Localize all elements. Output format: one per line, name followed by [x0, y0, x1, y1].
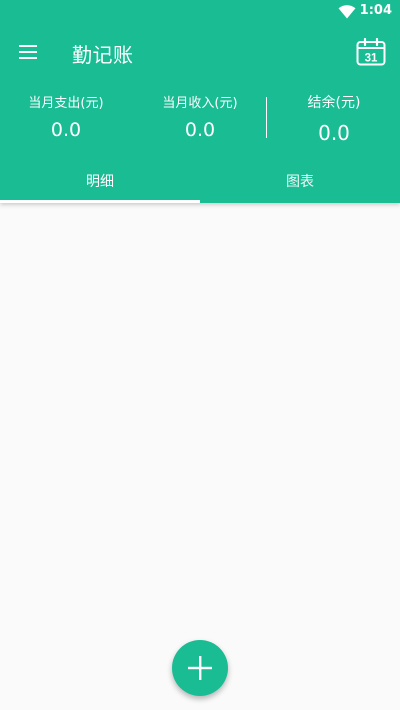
- income-value: 0.0: [184, 119, 216, 141]
- status-bar: 1:04: [0, 0, 400, 24]
- balance-value: 0.0: [318, 121, 350, 145]
- monthly-summary: 当月支出(元) 0.0 当月收入(元) 0.0 结余(元) 0.0: [0, 86, 400, 152]
- header-panel: 1:04 勤记账 31 当月支出(元) 0.0 当月收入(元) 0.0 结余(元…: [0, 0, 400, 203]
- tab-bar: 明细 图表: [0, 158, 400, 203]
- add-record-button[interactable]: [172, 640, 228, 696]
- balance-summary: 结余(元) 0.0: [284, 92, 384, 145]
- income-label: 当月收入(元): [162, 96, 238, 111]
- income-summary: 当月收入(元) 0.0: [150, 92, 250, 141]
- tab-charts[interactable]: 图表: [200, 158, 400, 203]
- wifi-icon: [338, 5, 356, 19]
- expense-value: 0.0: [50, 119, 82, 141]
- details-list-area: [0, 203, 400, 710]
- hamburger-menu-icon: [19, 45, 37, 59]
- plus-icon: [188, 656, 212, 680]
- expense-label: 当月支出(元): [28, 96, 104, 111]
- expense-summary: 当月支出(元) 0.0: [16, 92, 116, 141]
- app-bar: 勤记账 31: [0, 24, 400, 80]
- summary-divider: [266, 97, 267, 138]
- menu-button[interactable]: [12, 38, 44, 66]
- calendar-icon: 31: [356, 37, 386, 66]
- tab-details[interactable]: 明细: [0, 158, 200, 203]
- calendar-button[interactable]: 31: [356, 37, 388, 68]
- app-title: 勤记账: [72, 43, 134, 67]
- balance-label: 结余(元): [307, 95, 361, 111]
- calendar-day-number: 31: [365, 53, 378, 65]
- status-time: 1:04: [359, 3, 392, 18]
